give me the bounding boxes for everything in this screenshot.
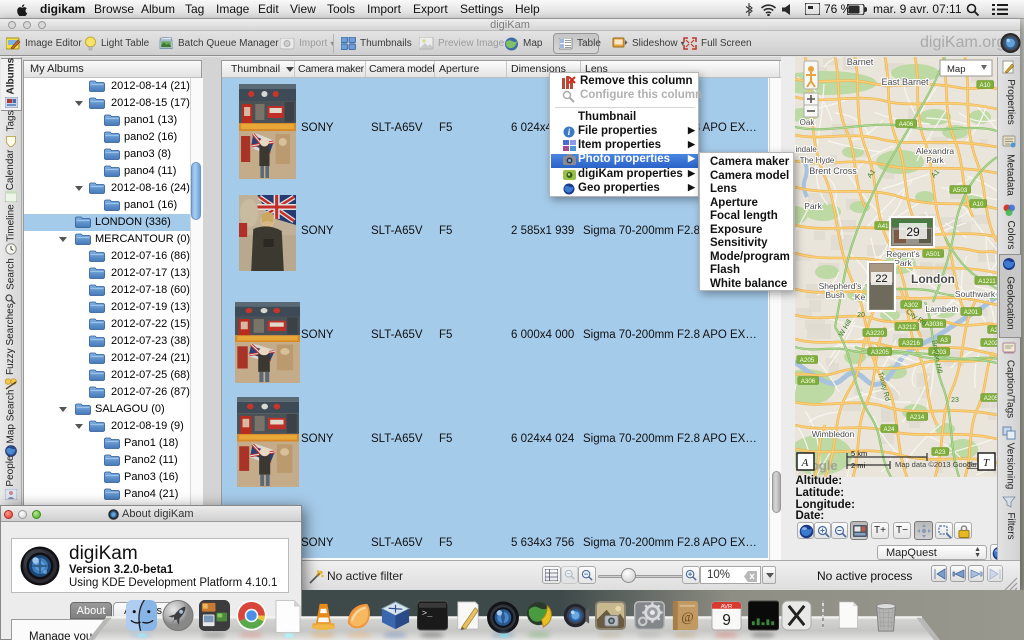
svg-text:Lambeth: Lambeth	[925, 304, 958, 314]
svg-text:Park: Park	[804, 201, 822, 211]
svg-text:A406: A406	[899, 121, 914, 128]
svg-text:>_: >_	[422, 609, 433, 619]
svg-text:Park: Park	[894, 258, 912, 268]
svg-text:A: A	[801, 457, 809, 469]
svg-text:Bush: Bush	[825, 290, 845, 300]
svg-text:A501: A501	[926, 251, 941, 258]
svg-text:A205: A205	[984, 395, 997, 402]
svg-text:olindale: olindale	[795, 145, 817, 154]
svg-text:A503: A503	[953, 187, 968, 194]
svg-text:23: 23	[951, 397, 959, 404]
svg-text:AVR: AVR	[721, 604, 733, 610]
svg-text:A3216: A3216	[902, 340, 920, 347]
svg-text:A3: A3	[940, 337, 948, 344]
svg-text:A41: A41	[877, 223, 889, 230]
svg-text:A3212: A3212	[898, 324, 916, 331]
svg-text:22: 22	[875, 273, 887, 285]
svg-text:A10: A10	[972, 201, 984, 208]
svg-text:A205: A205	[800, 357, 815, 364]
svg-text:A306: A306	[801, 378, 816, 385]
svg-text:@: @	[681, 609, 693, 624]
svg-text:A23: A23	[934, 449, 946, 456]
svg-text:A10: A10	[979, 82, 991, 89]
svg-text:Map: Map	[947, 64, 965, 75]
svg-text:London: London	[911, 272, 955, 286]
svg-text:Brent Cross: Brent Cross	[809, 166, 857, 176]
svg-text:East Barnet: East Barnet	[881, 77, 929, 87]
svg-text:Ke: Ke	[855, 292, 866, 302]
svg-text:Wimbledon: Wimbledon	[812, 429, 855, 439]
svg-text:9: 9	[722, 612, 731, 629]
svg-text:Barnet: Barnet	[847, 57, 874, 67]
svg-text:A1211: A1211	[978, 278, 996, 285]
svg-text:A2: A2	[990, 327, 997, 334]
svg-text:T: T	[983, 457, 990, 469]
svg-text:5 km: 5 km	[851, 449, 867, 458]
svg-text:20: 20	[857, 312, 865, 319]
svg-text:Oak: Oak	[800, 118, 816, 127]
svg-text:A24: A24	[883, 426, 895, 433]
svg-text:A302: A302	[904, 302, 919, 309]
svg-text:Park: Park	[926, 155, 944, 165]
svg-text:A3036: A3036	[925, 321, 943, 328]
svg-text:The Hyde: The Hyde	[800, 156, 835, 165]
svg-text:A3205: A3205	[871, 349, 889, 356]
svg-text:A202: A202	[984, 340, 997, 347]
svg-text:A201: A201	[964, 309, 979, 316]
svg-text:Southwark: Southwark	[955, 289, 996, 299]
svg-text:A3220: A3220	[866, 330, 884, 337]
svg-text:29: 29	[906, 225, 920, 239]
svg-text:A214: A214	[910, 414, 925, 421]
svg-text:2 mi: 2 mi	[851, 461, 866, 470]
